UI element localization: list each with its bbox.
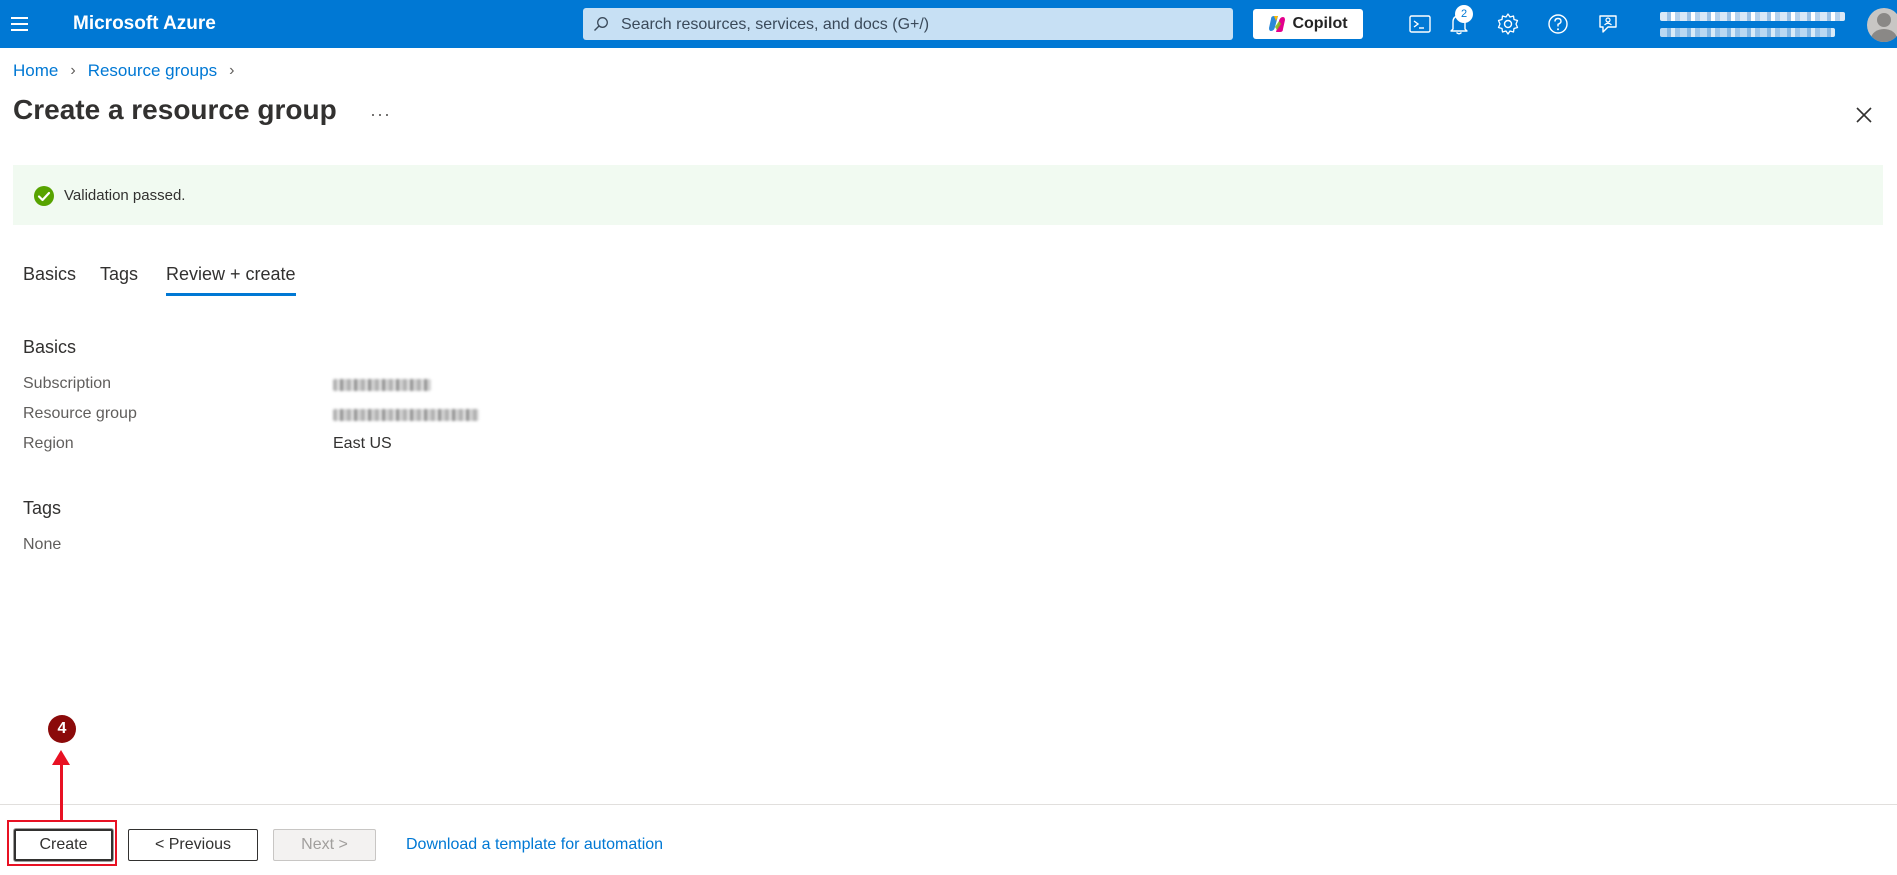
footer-divider [0, 804, 1897, 805]
page-title: Create a resource group [13, 94, 337, 125]
annotation-arrow-head [52, 750, 70, 765]
tags-section-heading: Tags [23, 498, 62, 518]
validation-message: Validation passed. [64, 187, 186, 204]
top-navigation-bar: Microsoft Azure Copilot 2 [0, 0, 1897, 48]
tab-basics[interactable]: Basics [23, 264, 76, 293]
close-icon[interactable] [1853, 104, 1875, 131]
tab-tags[interactable]: Tags [100, 264, 138, 293]
chevron-right-icon: › [70, 62, 76, 79]
global-search[interactable] [583, 8, 1233, 42]
breadcrumb: Home › Resource groups › [13, 61, 246, 81]
subscription-label: Subscription [23, 375, 112, 392]
next-button: Next > [273, 829, 376, 861]
previous-button[interactable]: < Previous [128, 829, 258, 861]
download-template-link[interactable]: Download a template for automation [406, 836, 663, 854]
breadcrumb-resource-groups[interactable]: Resource groups [88, 61, 217, 81]
menu-icon[interactable] [8, 12, 34, 36]
feedback-icon[interactable] [1594, 10, 1622, 38]
breadcrumb-home[interactable]: Home [13, 61, 58, 81]
basics-section-heading: Basics [23, 337, 77, 357]
copilot-icon [1269, 16, 1286, 32]
resource-group-label: Resource group [23, 405, 137, 422]
tags-value: None [23, 536, 62, 553]
resource-group-value-redacted [333, 409, 479, 421]
subscription-value-redacted [333, 379, 431, 391]
search-icon [594, 17, 608, 31]
help-icon[interactable] [1544, 10, 1572, 38]
validation-banner: Validation passed. [13, 165, 1883, 225]
region-label: Region [23, 435, 74, 452]
account-info-redacted[interactable] [1640, 8, 1855, 42]
search-input[interactable] [619, 8, 1223, 42]
annotation-arrow-line [60, 762, 63, 820]
avatar[interactable] [1867, 8, 1897, 42]
more-options-icon[interactable]: ··· [370, 104, 391, 125]
annotation-highlight-box [7, 820, 117, 866]
gear-icon[interactable] [1494, 10, 1522, 38]
copilot-label: Copilot [1292, 15, 1348, 32]
notification-count-badge: 2 [1455, 5, 1473, 23]
annotation-step-badge: 4 [48, 715, 76, 743]
chevron-right-icon: › [229, 62, 235, 79]
brand-title[interactable]: Microsoft Azure [73, 13, 216, 35]
check-circle-icon [34, 186, 54, 206]
tab-review-create[interactable]: Review + create [166, 264, 296, 296]
copilot-button[interactable]: Copilot [1253, 9, 1363, 39]
cloud-shell-icon[interactable] [1406, 10, 1434, 38]
region-value: East US [333, 435, 392, 452]
